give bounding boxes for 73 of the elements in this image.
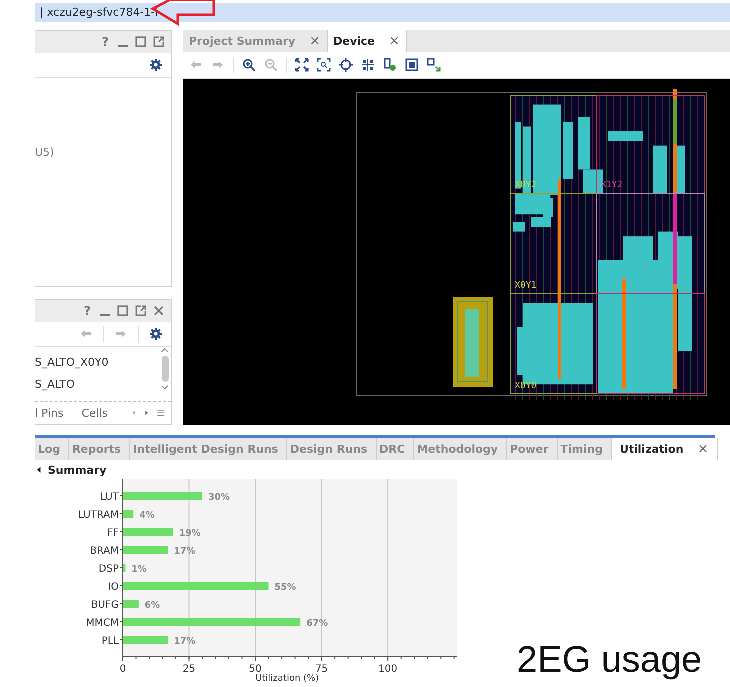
slide-caption: 2EG usage <box>517 639 702 681</box>
value-label: 4% <box>140 511 155 521</box>
help-button[interactable]: ? <box>99 35 112 49</box>
panel-tab[interactable]: Cells <box>82 406 108 420</box>
panel-text: U5) <box>35 146 54 159</box>
close-tab-button[interactable]: × <box>389 34 400 48</box>
maximize-icon[interactable] <box>116 304 130 318</box>
select-objects-icon[interactable] <box>427 58 441 72</box>
float-icon[interactable] <box>134 304 148 318</box>
close-tab-button[interactable]: × <box>698 442 709 456</box>
bar <box>123 636 168 644</box>
value-label: 6% <box>144 601 160 611</box>
tab[interactable]: Intelligent Design Runs <box>130 438 288 460</box>
scroll-down-icon[interactable] <box>161 385 169 391</box>
tab[interactable]: Power <box>507 438 558 460</box>
category-label: IO <box>108 582 119 593</box>
zoom-out-icon[interactable] <box>264 58 278 72</box>
axis-title: Utilization (%) <box>256 674 320 684</box>
tab[interactable]: Utilization × <box>612 438 718 460</box>
tab[interactable]: DRC <box>376 438 414 460</box>
tab[interactable]: Device × <box>328 30 407 52</box>
maximize-icon[interactable] <box>134 35 148 49</box>
collapse-icon[interactable] <box>35 465 43 475</box>
tick-label: 50 <box>249 664 262 675</box>
value-label: 1% <box>132 565 147 575</box>
bar <box>123 600 139 608</box>
category-label: PLL <box>102 636 119 647</box>
zoom-area-icon[interactable] <box>317 58 331 72</box>
category-label: MMCM <box>86 618 119 629</box>
region-label: X0Y1 <box>515 281 537 291</box>
bar <box>123 564 126 572</box>
category-label: LUT <box>100 492 119 503</box>
value-label: 67% <box>306 619 328 629</box>
category-label: BUFG <box>91 600 119 611</box>
tick-label: 100 <box>378 664 398 675</box>
value-label: 17% <box>174 637 196 647</box>
bar <box>123 510 134 518</box>
route-icon[interactable] <box>383 58 397 72</box>
value-label: 30% <box>208 493 230 503</box>
value-label: 55% <box>274 583 296 593</box>
scroll-up-icon[interactable] <box>161 347 169 353</box>
tab[interactable]: Design Runs <box>287 438 377 460</box>
crosshair-icon[interactable] <box>339 58 353 72</box>
help-button[interactable]: ? <box>81 304 94 318</box>
tab[interactable]: Methodology <box>414 438 508 460</box>
bar <box>123 546 168 554</box>
close-icon[interactable] <box>152 304 166 318</box>
settings-icon[interactable] <box>149 58 163 72</box>
device-name: | xczu2eg-sfvc784-1-i <box>40 6 158 19</box>
grid-icon[interactable] <box>361 58 375 72</box>
tab[interactable]: Log <box>35 438 70 460</box>
category-label: BRAM <box>90 546 119 557</box>
frame-icon[interactable] <box>405 58 419 72</box>
bar <box>123 528 174 536</box>
list-item[interactable]: S_ALTO_X0Y0 <box>35 356 109 368</box>
category-label: FF <box>107 528 119 539</box>
tab[interactable]: Reports <box>69 438 130 460</box>
tick-label: 75 <box>315 664 328 675</box>
value-label: 19% <box>179 529 201 539</box>
close-tab-button[interactable]: × <box>310 34 320 48</box>
tick-label: 0 <box>120 664 126 675</box>
device-floorplan-drawing[interactable] <box>356 89 708 400</box>
section-title: Summary <box>48 464 107 476</box>
settings-icon[interactable] <box>149 327 163 341</box>
panel-tab[interactable]: l Pins <box>35 406 64 420</box>
fit-view-icon[interactable] <box>295 58 309 72</box>
tick-label: 25 <box>182 664 196 675</box>
list-item[interactable]: S_ALTO <box>35 378 75 390</box>
zoom-in-icon[interactable] <box>242 58 256 72</box>
category-label: DSP <box>98 564 119 575</box>
float-icon[interactable] <box>152 35 166 49</box>
category-label: LUTRAM <box>78 510 119 521</box>
value-label: 17% <box>174 547 196 557</box>
